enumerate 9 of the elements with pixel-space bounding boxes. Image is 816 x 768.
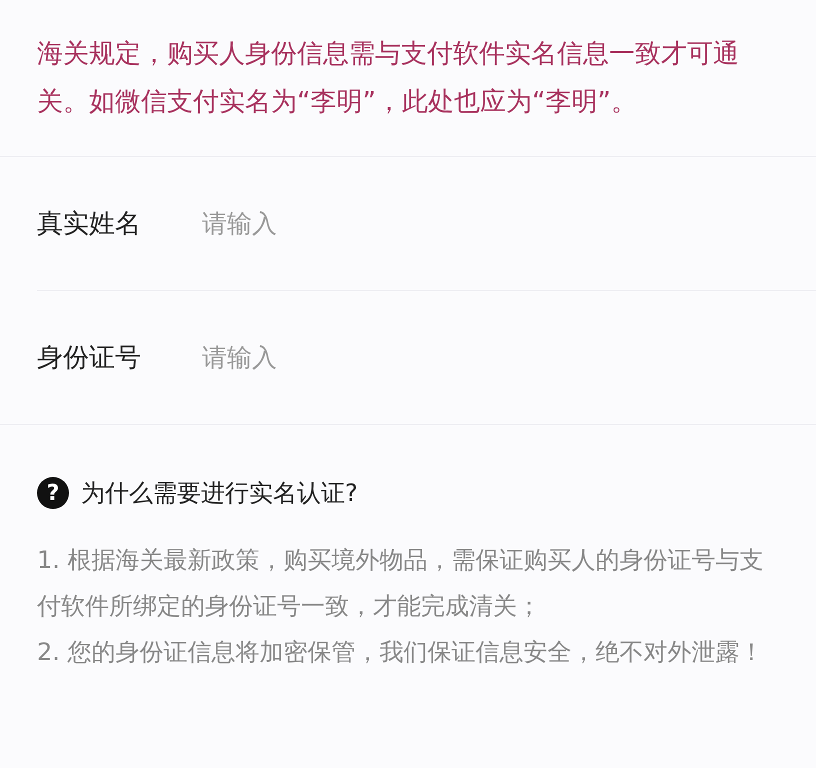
notice-text: 海关规定，购买人身份信息需与支付软件实名信息一致才可通关。如微信支付实名为“李明”，此处也应为“李明”。 [37, 38, 740, 119]
answer-text: 2. 您的身份证信息将加密保管，我们保证信息安全，绝不对外泄露！ [37, 637, 765, 668]
help-icon: ? [37, 477, 69, 509]
answer-text: 1. 根据海关最新政策，购买境外物品，需保证购买人的身份证号与支付软件所绑定的身份证号一致，才能完成清关； [37, 545, 765, 622]
input-field[interactable]: 请输入 [202, 343, 602, 372]
field-label: 身份证号 [37, 342, 142, 375]
field-label: 真实姓名 [37, 208, 142, 241]
input-field[interactable]: 请输入 [202, 209, 602, 238]
question-title: 为什么需要进行实名认证? [81, 478, 358, 509]
